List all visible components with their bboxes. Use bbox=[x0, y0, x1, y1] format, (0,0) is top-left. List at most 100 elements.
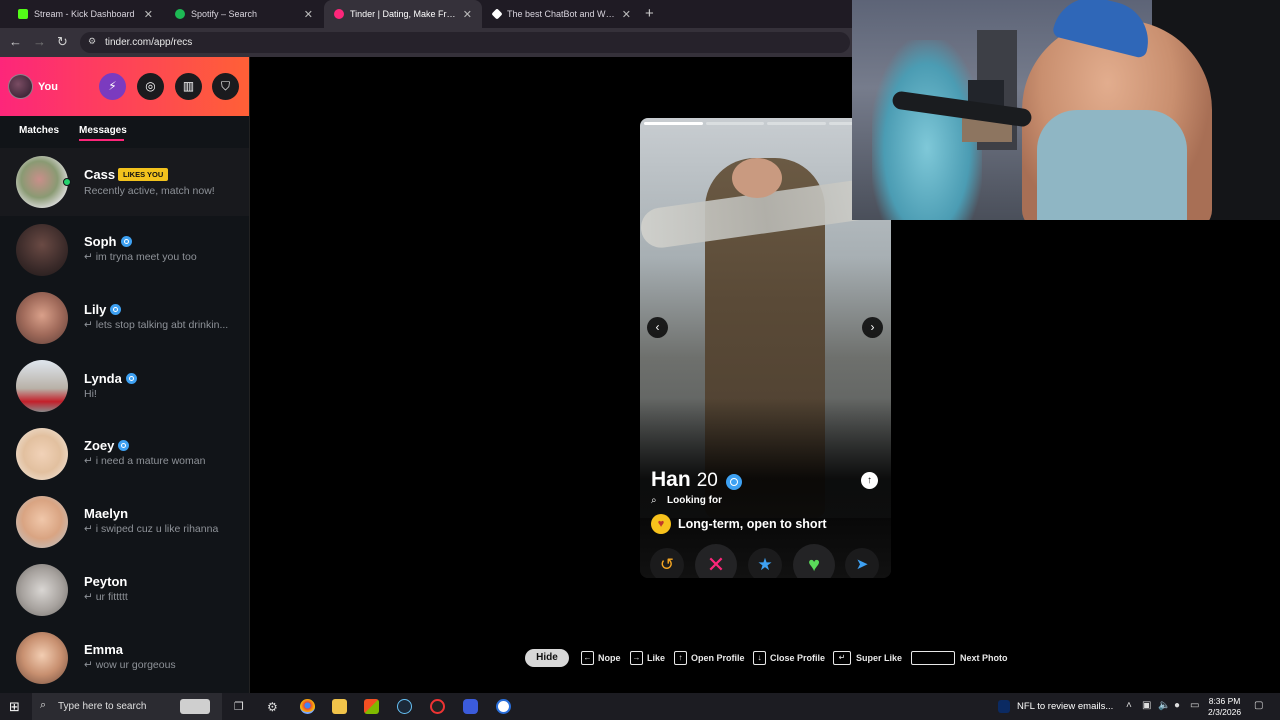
news-ticker[interactable]: NFL to review emails... bbox=[1017, 701, 1113, 712]
likes-you-badge: LIKES YOU bbox=[118, 168, 169, 181]
app-circle-icon[interactable] bbox=[496, 699, 511, 714]
app-icon[interactable] bbox=[463, 699, 478, 714]
conversation-name: Cass bbox=[84, 167, 116, 182]
kick-favicon-icon bbox=[18, 9, 28, 19]
tab-spotify[interactable]: Spotify – Search ✕ bbox=[165, 0, 323, 28]
conversation-name: Lynda bbox=[84, 371, 137, 386]
clock-time: 8:36 PM bbox=[1208, 696, 1241, 706]
previous-photo-icon[interactable]: ‹ bbox=[647, 317, 668, 338]
close-tab-icon[interactable]: ✕ bbox=[144, 8, 153, 21]
avatar bbox=[16, 292, 68, 344]
name-text: Soph bbox=[84, 234, 117, 249]
store-icon[interactable] bbox=[364, 699, 379, 714]
like-button[interactable]: ♥ bbox=[793, 544, 835, 578]
tab-title: Tinder | Dating, Make Friends & bbox=[350, 9, 457, 19]
active-tab-indicator bbox=[79, 139, 124, 141]
profile-label[interactable]: You bbox=[38, 81, 58, 93]
reload-icon[interactable]: ↻ bbox=[57, 34, 68, 50]
avatar bbox=[16, 360, 68, 412]
hint-like: Like bbox=[647, 653, 666, 663]
hint-super-like: Super Like bbox=[856, 653, 903, 663]
network-icon[interactable]: ▭ bbox=[1190, 700, 1199, 711]
list-item[interactable]: Lynda Hi! bbox=[0, 352, 249, 420]
microphone-icon[interactable]: ● bbox=[1174, 700, 1180, 711]
settings-gear-icon[interactable]: ⚙ bbox=[267, 700, 278, 714]
site-info-icon[interactable]: ⚙ bbox=[88, 36, 96, 47]
tab-title: Stream - Kick Dashboard bbox=[34, 9, 135, 19]
windows-start-icon[interactable]: ⊞ bbox=[9, 699, 20, 715]
safety-shield-icon[interactable]: ⛉ bbox=[212, 73, 239, 100]
steam-icon[interactable] bbox=[397, 699, 412, 714]
back-icon[interactable]: ← bbox=[9, 34, 22, 49]
close-tab-icon[interactable]: ✕ bbox=[463, 8, 472, 21]
conversation-preview: ↵ im tryna meet you too bbox=[84, 251, 197, 263]
tank-top-shape bbox=[1037, 110, 1187, 220]
list-item[interactable]: Cass Recently active, match now! bbox=[0, 148, 249, 216]
file-explorer-icon[interactable] bbox=[332, 699, 347, 714]
clock[interactable]: 8:36 PM 2/3/2026 bbox=[1208, 696, 1241, 718]
url-field[interactable]: tinder.com/app/recs bbox=[80, 32, 850, 53]
taskbar: ⊞ ⌕ Type here to search ❐ ⚙ NFL to revie… bbox=[0, 693, 1280, 720]
list-item[interactable]: Lily ↵ lets stop talking abt drinkin... bbox=[0, 284, 249, 352]
nope-button[interactable]: ✕ bbox=[695, 544, 737, 578]
conversation-preview: Recently active, match now! bbox=[84, 185, 215, 197]
list-item[interactable]: Maelyn ↵ i swiped cuz u like rihanna bbox=[0, 488, 249, 556]
chrome-icon[interactable] bbox=[300, 699, 315, 714]
tab-chatbot[interactable]: The best ChatBot and Widgets ✕ bbox=[483, 0, 641, 28]
chatbot-favicon-icon bbox=[491, 8, 503, 20]
clock-date: 2/3/2026 bbox=[1208, 707, 1242, 717]
enter-key-icon: ↵ bbox=[833, 651, 851, 665]
tab-title: Spotify – Search bbox=[191, 9, 258, 19]
spacebar-key-icon bbox=[911, 651, 955, 665]
tab-messages[interactable]: Messages bbox=[79, 125, 127, 136]
looking-for-value: Long-term, open to short bbox=[678, 517, 827, 531]
tab-kick[interactable]: Stream - Kick Dashboard ✕ bbox=[8, 0, 163, 28]
task-view-icon[interactable]: ❐ bbox=[234, 700, 244, 713]
conversation-name: Lily bbox=[84, 302, 122, 317]
photo-bar bbox=[705, 122, 764, 125]
sidebar-tabs: Matches Messages bbox=[0, 116, 249, 148]
obs-icon[interactable] bbox=[430, 699, 445, 714]
list-item[interactable]: Peyton ↵ ur fittttt bbox=[0, 556, 249, 624]
super-like-button[interactable]: ★ bbox=[748, 548, 782, 578]
nfl-news-icon[interactable] bbox=[998, 700, 1010, 713]
forward-icon[interactable]: → bbox=[33, 34, 46, 49]
tab-tinder[interactable]: Tinder | Dating, Make Friends & ✕ bbox=[324, 0, 482, 28]
boost-icon[interactable]: ⚡ bbox=[99, 73, 126, 100]
avatar bbox=[16, 564, 68, 616]
tab-title: The best ChatBot and Widgets bbox=[507, 9, 616, 19]
conversation-name: Maelyn bbox=[84, 506, 129, 521]
new-tab-button[interactable]: + bbox=[645, 5, 654, 22]
left-arrow-key-icon: ← bbox=[581, 651, 594, 665]
photo-bar bbox=[644, 122, 703, 125]
face-shape bbox=[732, 158, 782, 198]
tray-app-icon[interactable]: ▣ bbox=[1142, 700, 1151, 711]
hint-open-profile: Open Profile bbox=[691, 653, 745, 663]
tab-matches[interactable]: Matches bbox=[19, 125, 59, 136]
conversation-name: Peyton bbox=[84, 574, 128, 589]
notifications-icon[interactable]: ▢ bbox=[1254, 700, 1263, 711]
close-tab-icon[interactable]: ✕ bbox=[304, 8, 313, 21]
chevron-up-icon[interactable]: ˄ bbox=[1126, 700, 1132, 711]
avatar[interactable] bbox=[8, 74, 33, 99]
conversation-preview: ↵ ur fittttt bbox=[84, 591, 128, 603]
list-item[interactable]: Soph ↵ im tryna meet you too bbox=[0, 216, 249, 284]
conversation-preview: ↵ i need a mature woman bbox=[84, 455, 206, 467]
hide-hints-button[interactable]: Hide bbox=[525, 649, 569, 667]
verified-icon bbox=[120, 236, 132, 247]
boost-send-button[interactable]: ➤ bbox=[845, 548, 879, 578]
open-profile-icon[interactable]: ↑ bbox=[861, 472, 878, 489]
verified-icon bbox=[726, 474, 742, 490]
conversation-preview: Hi! bbox=[84, 388, 97, 400]
next-photo-icon[interactable]: › bbox=[862, 317, 883, 338]
avatar bbox=[16, 156, 68, 208]
explore-compass-icon[interactable]: ◎ bbox=[137, 73, 164, 100]
rewind-button[interactable]: ↺ bbox=[650, 548, 684, 578]
close-tab-icon[interactable]: ✕ bbox=[622, 8, 631, 21]
shop-bag-icon[interactable]: ▥ bbox=[175, 73, 202, 100]
hint-next-photo: Next Photo bbox=[960, 653, 1008, 663]
list-item[interactable]: Zoey ↵ i need a mature woman bbox=[0, 420, 249, 488]
volume-icon[interactable]: 🔈 bbox=[1158, 700, 1170, 711]
webcam-overlay bbox=[852, 0, 1280, 220]
name-text: Han bbox=[651, 468, 691, 491]
